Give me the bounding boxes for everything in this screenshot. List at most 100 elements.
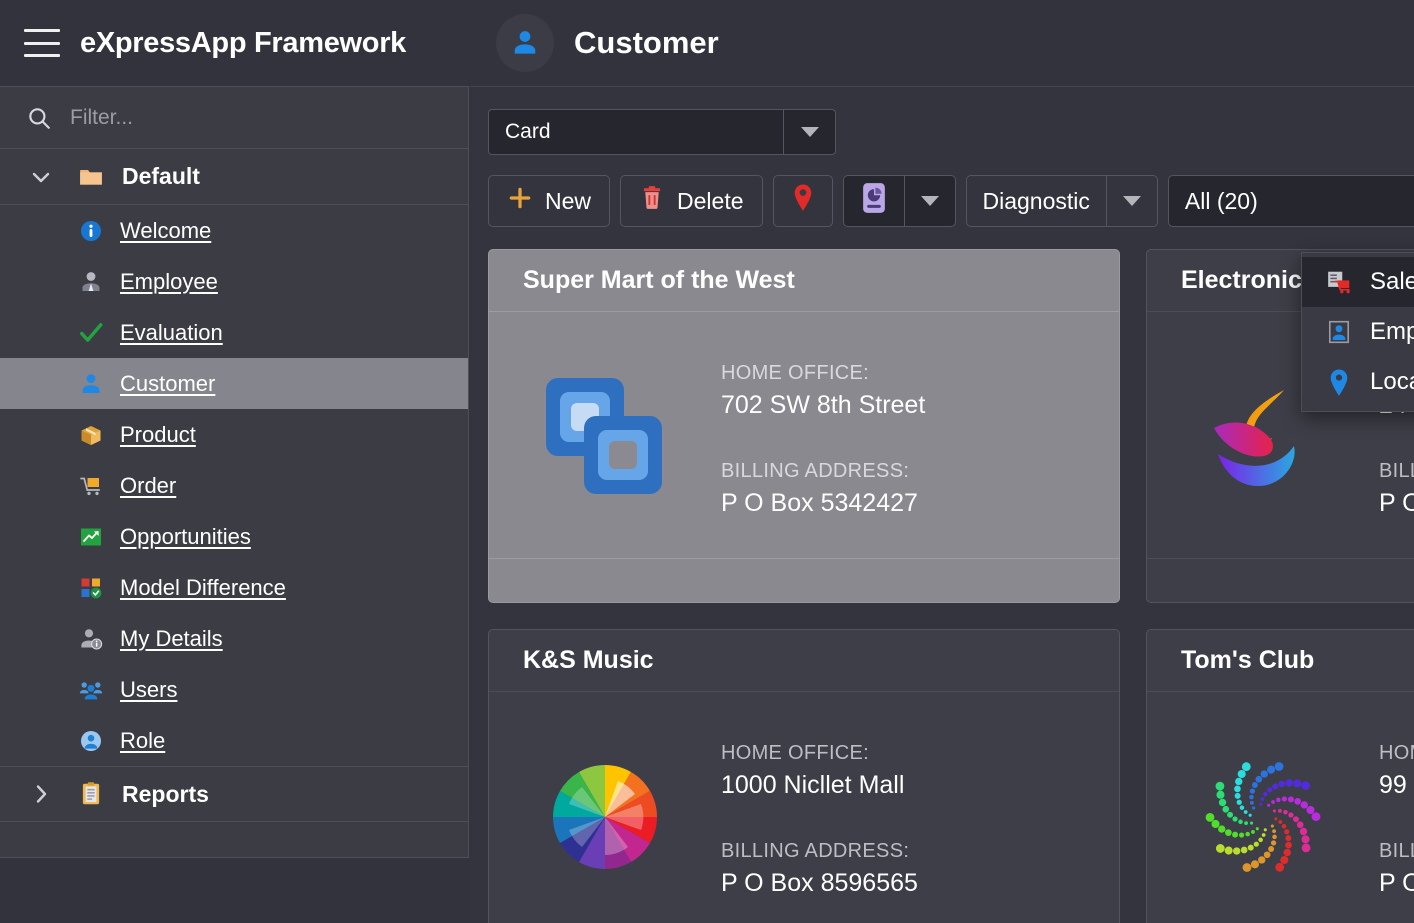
billing-address-value: P O bbox=[1379, 869, 1414, 897]
customer-avatar-icon bbox=[496, 14, 554, 72]
sidebar-item-model-difference[interactable]: Model Difference bbox=[0, 562, 468, 613]
filter-input[interactable] bbox=[70, 105, 410, 130]
sidebar-item-order[interactable]: Order bbox=[0, 460, 468, 511]
home-office-value: 99 bbox=[1379, 771, 1407, 799]
diagnostic-button[interactable]: Diagnostic bbox=[967, 176, 1106, 226]
delete-button[interactable]: Delete bbox=[620, 175, 763, 227]
location-button[interactable] bbox=[772, 175, 833, 227]
sidebar: eXpressApp Framework Filter... Default W… bbox=[0, 0, 470, 923]
trendup-icon bbox=[78, 524, 104, 550]
sidebar-item-label: Customer bbox=[120, 370, 216, 396]
home-office-value: 1000 Nicllet Mall bbox=[721, 771, 905, 799]
sales-icon bbox=[1326, 269, 1352, 295]
billing-address-label: BILLING ADDRESS: bbox=[1379, 460, 1414, 482]
sidebar-item-my-details[interactable]: My Details bbox=[0, 613, 468, 664]
card-item[interactable]: Tom's Club HOME OFFICE: 99 BILLING ADDRE… bbox=[1146, 629, 1414, 923]
employee-icon bbox=[78, 269, 104, 295]
card-title: Super Mart of the West bbox=[489, 250, 1119, 312]
sidebar-filter-row bbox=[0, 87, 468, 149]
menu-item-employees[interactable]: Employees bbox=[1302, 307, 1414, 357]
chevron-right-icon[interactable] bbox=[28, 781, 54, 807]
folder-icon bbox=[78, 164, 104, 190]
toolbar: New Delete Diagnostic All (20) bbox=[488, 175, 1414, 227]
sidebar-group-label: Reports bbox=[122, 780, 209, 807]
brand-title: eXpressApp Framework bbox=[80, 26, 407, 59]
view-selector[interactable]: Card bbox=[488, 109, 836, 155]
sidebar-item-evaluation[interactable]: Evaluation bbox=[0, 307, 468, 358]
sidebar-item-label: Evaluation bbox=[120, 319, 223, 345]
application-window: eXpressApp Framework Filter... Default W… bbox=[0, 0, 1414, 923]
location-icon bbox=[1326, 368, 1352, 396]
sidebar-item-label: Model Difference bbox=[120, 574, 286, 600]
card-fields: HOME OFFICE: 1000 Nicllet Mall BILLING A… bbox=[721, 716, 918, 918]
sidebar-group-default[interactable]: Default bbox=[0, 149, 468, 205]
filter-selector[interactable]: All (20) bbox=[1167, 175, 1414, 227]
card-footer bbox=[489, 558, 1119, 602]
card-body: HOME OFFICE: 1000 Nicllet Mall BILLING A… bbox=[489, 692, 1119, 923]
sidebar-item-role[interactable]: Role bbox=[0, 715, 468, 766]
sidebar-item-label: My Details bbox=[120, 625, 223, 651]
menu-item-label: Sales bbox=[1370, 268, 1414, 295]
card-fields: HOME OFFICE: 702 SW 8th Street BILLING A… bbox=[721, 336, 925, 538]
chevron-down-icon[interactable] bbox=[28, 164, 54, 190]
info-icon bbox=[78, 218, 104, 244]
card-fields: HOME OFFICE: 99 BILLING ADDRESS: P O bbox=[1379, 716, 1414, 918]
color-wheel-logo bbox=[489, 716, 721, 918]
person-info-icon bbox=[78, 626, 104, 652]
page-title: Customer bbox=[574, 25, 719, 60]
dot-spiral-logo bbox=[1147, 716, 1379, 918]
card-item[interactable]: Super Mart of the West HOME OFFICE: 702 … bbox=[488, 249, 1120, 603]
hamburger-icon[interactable] bbox=[24, 29, 60, 57]
sidebar-item-employee[interactable]: Employee bbox=[0, 256, 468, 307]
analytics-dropdown-toggle[interactable] bbox=[903, 176, 955, 226]
card-body: HOME OFFICE: 99 BILLING ADDRESS: P O bbox=[1147, 692, 1414, 923]
sidebar-item-label: Employee bbox=[120, 268, 218, 294]
home-office-label: HOME OFFICE: bbox=[1379, 742, 1414, 764]
sidebar-item-users[interactable]: Users bbox=[0, 664, 468, 715]
sidebar-items-default: Welcome Employee Evaluation Customer Pro… bbox=[0, 205, 468, 766]
card-item[interactable]: K&S Music HOME OFFICE: 1000 Nicllet Mall… bbox=[488, 629, 1120, 923]
box-icon bbox=[78, 422, 104, 448]
menu-item-locations[interactable]: Locations bbox=[1302, 357, 1414, 407]
users-icon bbox=[78, 677, 104, 703]
new-button-label: New bbox=[545, 187, 592, 214]
delete-button-label: Delete bbox=[677, 187, 744, 214]
sidebar-item-welcome[interactable]: Welcome bbox=[0, 205, 468, 256]
diagnostic-split-button[interactable]: Diagnostic bbox=[965, 175, 1158, 227]
stacked-squares-logo bbox=[489, 336, 721, 538]
content-area: Card New Delete Diagnostic All (20) Supe… bbox=[470, 86, 1414, 923]
menu-item-sales[interactable]: Sales bbox=[1302, 257, 1414, 307]
analytics-report-icon bbox=[860, 182, 888, 220]
billing-address-value: P O Box 5342427 bbox=[721, 489, 918, 517]
sidebar-header: eXpressApp Framework bbox=[0, 0, 470, 86]
billing-address-value: P O bbox=[1379, 489, 1414, 517]
home-office-label: HOME OFFICE: bbox=[721, 362, 870, 384]
customer-icon bbox=[78, 371, 104, 397]
card-title: K&S Music bbox=[489, 630, 1119, 692]
analytics-split-button[interactable] bbox=[842, 175, 956, 227]
billing-address-label: BILLING ADDRESS: bbox=[721, 840, 910, 862]
home-office-value: 702 SW 8th Street bbox=[721, 391, 926, 419]
sidebar-item-label: Users bbox=[120, 676, 178, 702]
new-button[interactable]: New bbox=[488, 175, 611, 227]
sidebar-item-opportunities[interactable]: Opportunities bbox=[0, 511, 468, 562]
sidebar-group-reports[interactable]: Reports bbox=[0, 766, 468, 822]
sidebar-item-label: Role bbox=[120, 727, 166, 753]
sidebar-item-customer[interactable]: Customer bbox=[0, 358, 468, 409]
card-list: Super Mart of the West HOME OFFICE: 702 … bbox=[488, 249, 1414, 923]
home-office-label: HOME OFFICE: bbox=[721, 742, 870, 764]
card-title: Tom's Club bbox=[1147, 630, 1414, 692]
trash-icon bbox=[639, 185, 665, 217]
page-header: Customer bbox=[470, 0, 1414, 86]
billing-address-label: BILLING ADDRESS: bbox=[1379, 840, 1414, 862]
filter-selector-label: All (20) bbox=[1184, 187, 1258, 214]
map-pin-icon bbox=[790, 183, 816, 219]
chevron-down-icon[interactable] bbox=[783, 110, 835, 154]
diagnostic-dropdown-toggle[interactable] bbox=[1105, 176, 1157, 226]
sidebar-item-product[interactable]: Product bbox=[0, 409, 468, 460]
analytics-button[interactable] bbox=[844, 176, 904, 226]
plus-icon bbox=[507, 185, 533, 217]
view-selector-value: Card bbox=[505, 120, 551, 143]
sidebar-item-label: Welcome bbox=[120, 217, 212, 243]
sidebar-item-label: Order bbox=[120, 472, 177, 498]
